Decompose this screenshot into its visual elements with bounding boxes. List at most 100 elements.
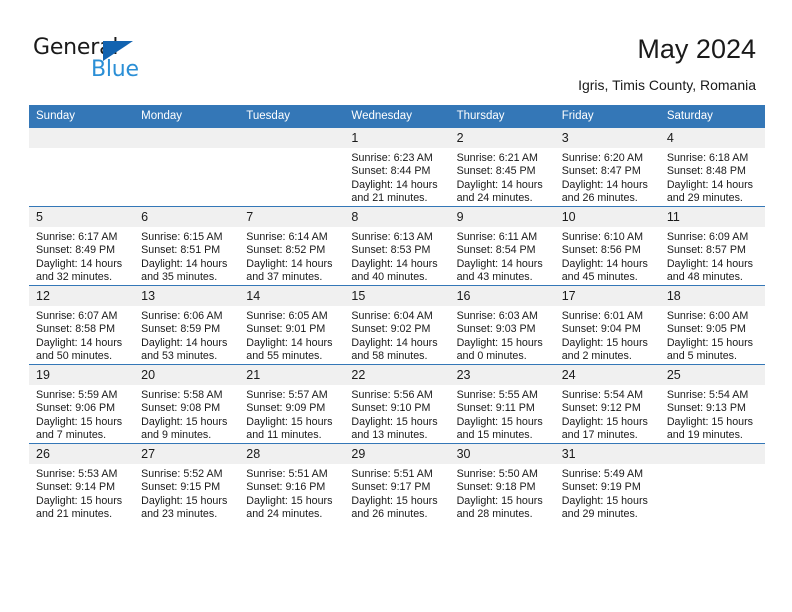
daylight-duration-line1: Daylight: 14 hours bbox=[456, 178, 543, 191]
calendar-day-cell[interactable]: 28 Sunrise: 5:51 AM Sunset: 9:16 PM Dayligh… bbox=[239, 443, 345, 522]
calendar-day-cell[interactable]: 26 Sunrise: 5:53 AM Sunset: 9:14 PM Dayligh… bbox=[29, 443, 135, 522]
calendar-day-cell[interactable]: 19 Sunrise: 5:59 AM Sunset: 9:06 PM Dayligh… bbox=[29, 364, 135, 444]
calendar-day-cell[interactable]: 10 Sunrise: 6:10 AM Sunset: 8:56 PM Dayligh… bbox=[554, 206, 660, 286]
day-details: Sunrise: 6:06 AM Sunset: 8:59 PM Daylight:… bbox=[134, 306, 239, 364]
day-cell-inner: 30 Sunrise: 5:50 AM Sunset: 9:18 PM Dayligh… bbox=[449, 444, 555, 522]
calendar-day-cell[interactable]: 15 Sunrise: 6:04 AM Sunset: 9:02 PM Dayligh… bbox=[344, 285, 450, 365]
day-details: Sunrise: 6:09 AM Sunset: 8:57 PM Daylight:… bbox=[660, 227, 765, 285]
sunrise-time: Sunrise: 5:57 AM bbox=[246, 389, 328, 401]
sunset-time: Sunset: 9:01 PM bbox=[246, 323, 326, 336]
calendar-day-cell[interactable]: 3 Sunrise: 6:20 AM Sunset: 8:47 PM Daylight… bbox=[554, 127, 660, 207]
day-number: 30 bbox=[449, 444, 555, 464]
daylight-duration-line1: Daylight: 14 hours bbox=[456, 257, 543, 270]
calendar-day-cell[interactable]: 31 Sunrise: 5:49 AM Sunset: 9:19 PM Dayligh… bbox=[554, 443, 660, 522]
calendar-day-cell[interactable]: 14 Sunrise: 6:05 AM Sunset: 9:01 PM Dayligh… bbox=[239, 285, 345, 365]
sunrise-time: Sunrise: 6:20 AM bbox=[561, 152, 644, 164]
day-cell-inner: 9 Sunrise: 6:11 AM Sunset: 8:54 PM Daylight… bbox=[449, 207, 555, 285]
sunrise-time: Sunrise: 6:15 AM bbox=[141, 231, 223, 243]
daylight-duration-line1: Daylight: 15 hours bbox=[351, 415, 438, 428]
sunrise-time: Sunrise: 6:01 AM bbox=[561, 310, 644, 322]
weekday-header-wednesday: Wednesday bbox=[344, 105, 450, 128]
daylight-duration-line2: and 21 minutes. bbox=[36, 508, 113, 521]
calendar-day-cell[interactable]: 22 Sunrise: 5:56 AM Sunset: 9:10 PM Dayligh… bbox=[344, 364, 450, 444]
daylight-duration-line2: and 35 minutes. bbox=[141, 271, 218, 284]
calendar-day-cell[interactable]: 30 Sunrise: 5:50 AM Sunset: 9:18 PM Dayligh… bbox=[449, 443, 555, 522]
daylight-duration-line2: and 19 minutes. bbox=[666, 429, 743, 442]
sunset-time: Sunset: 9:11 PM bbox=[456, 402, 535, 415]
sunset-time: Sunset: 8:44 PM bbox=[351, 165, 431, 178]
daylight-duration-line1: Daylight: 14 hours bbox=[36, 336, 123, 349]
calendar-day-cell[interactable]: 17 Sunrise: 6:01 AM Sunset: 9:04 PM Dayligh… bbox=[554, 285, 660, 365]
sunset-time: Sunset: 8:51 PM bbox=[141, 244, 221, 257]
daylight-duration-line2: and 17 minutes. bbox=[561, 429, 638, 442]
calendar-day-cell[interactable]: 11 Sunrise: 6:09 AM Sunset: 8:57 PM Dayligh… bbox=[659, 206, 765, 286]
calendar-day-cell[interactable]: 29 Sunrise: 5:51 AM Sunset: 9:17 PM Dayligh… bbox=[344, 443, 450, 522]
calendar-page: General Blue May 2024 Igris, Timis Count… bbox=[0, 0, 792, 612]
sunset-time: Sunset: 8:54 PM bbox=[456, 244, 536, 257]
daylight-duration-line1: Daylight: 14 hours bbox=[351, 257, 438, 270]
day-cell-inner: 17 Sunrise: 6:01 AM Sunset: 9:04 PM Dayligh… bbox=[554, 286, 660, 364]
sunrise-time: Sunrise: 5:50 AM bbox=[456, 468, 538, 480]
day-number: 19 bbox=[29, 365, 135, 385]
calendar-day-cell-empty bbox=[134, 127, 240, 207]
day-cell-inner: 5 Sunrise: 6:17 AM Sunset: 8:49 PM Daylight… bbox=[29, 207, 135, 285]
day-details: Sunrise: 6:10 AM Sunset: 8:56 PM Daylight:… bbox=[555, 227, 660, 285]
calendar-day-cell[interactable]: 6 Sunrise: 6:15 AM Sunset: 8:51 PM Daylight… bbox=[134, 206, 240, 286]
sunset-time: Sunset: 8:53 PM bbox=[351, 244, 431, 257]
calendar-day-cell[interactable]: 2 Sunrise: 6:21 AM Sunset: 8:45 PM Daylight… bbox=[449, 127, 555, 207]
calendar-day-cell[interactable]: 7 Sunrise: 6:14 AM Sunset: 8:52 PM Daylight… bbox=[239, 206, 345, 286]
daylight-duration-line1: Daylight: 15 hours bbox=[36, 494, 123, 507]
day-cell-inner: 6 Sunrise: 6:15 AM Sunset: 8:51 PM Daylight… bbox=[134, 207, 240, 285]
calendar-day-cell[interactable]: 27 Sunrise: 5:52 AM Sunset: 9:15 PM Dayligh… bbox=[134, 443, 240, 522]
calendar-day-cell[interactable]: 23 Sunrise: 5:55 AM Sunset: 9:11 PM Dayligh… bbox=[449, 364, 555, 444]
day-number: 25 bbox=[659, 365, 765, 385]
daylight-duration-line2: and 50 minutes. bbox=[36, 350, 113, 363]
calendar-day-cell[interactable]: 1 Sunrise: 6:23 AM Sunset: 8:44 PM Daylight… bbox=[344, 127, 450, 207]
day-number: 4 bbox=[659, 128, 765, 148]
daylight-duration-line1: Daylight: 15 hours bbox=[141, 415, 228, 428]
sunset-time: Sunset: 9:13 PM bbox=[666, 402, 746, 415]
calendar-day-cell[interactable]: 21 Sunrise: 5:57 AM Sunset: 9:09 PM Dayligh… bbox=[239, 364, 345, 444]
calendar-day-cell[interactable]: 16 Sunrise: 6:03 AM Sunset: 9:03 PM Dayligh… bbox=[449, 285, 555, 365]
day-cell-inner: 1 Sunrise: 6:23 AM Sunset: 8:44 PM Daylight… bbox=[344, 128, 450, 206]
calendar-day-cell[interactable]: 12 Sunrise: 6:07 AM Sunset: 8:58 PM Dayligh… bbox=[29, 285, 135, 365]
day-details: Sunrise: 6:13 AM Sunset: 8:53 PM Daylight:… bbox=[344, 227, 449, 285]
sunset-time: Sunset: 9:19 PM bbox=[561, 481, 641, 494]
calendar-day-cell[interactable]: 24 Sunrise: 5:54 AM Sunset: 9:12 PM Dayligh… bbox=[554, 364, 660, 444]
calendar-day-cell[interactable]: 18 Sunrise: 6:00 AM Sunset: 9:05 PM Dayligh… bbox=[659, 285, 765, 365]
calendar-day-cell[interactable]: 9 Sunrise: 6:11 AM Sunset: 8:54 PM Daylight… bbox=[449, 206, 555, 286]
calendar-grid: Sunday Monday Tuesday Wednesday Thursday… bbox=[29, 105, 765, 522]
calendar-day-cell[interactable]: 25 Sunrise: 5:54 AM Sunset: 9:13 PM Dayligh… bbox=[659, 364, 765, 444]
day-number: 28 bbox=[239, 444, 345, 464]
calendar-day-cell[interactable]: 4 Sunrise: 6:18 AM Sunset: 8:48 PM Daylight… bbox=[659, 127, 765, 207]
daylight-duration-line2: and 45 minutes. bbox=[561, 271, 638, 284]
weekday-header-sunday: Sunday bbox=[29, 105, 135, 128]
sunrise-time: Sunrise: 6:17 AM bbox=[36, 231, 118, 243]
day-number: 27 bbox=[134, 444, 240, 464]
daylight-duration-line2: and 5 minutes. bbox=[666, 350, 737, 363]
calendar-day-cell[interactable]: 13 Sunrise: 6:06 AM Sunset: 8:59 PM Dayligh… bbox=[134, 285, 240, 365]
day-cell-inner bbox=[239, 128, 345, 206]
day-cell-inner bbox=[659, 444, 765, 522]
daylight-duration-line1: Daylight: 14 hours bbox=[351, 178, 438, 191]
day-cell-inner: 15 Sunrise: 6:04 AM Sunset: 9:02 PM Dayligh… bbox=[344, 286, 450, 364]
day-number: 14 bbox=[239, 286, 345, 306]
day-details: Sunrise: 5:53 AM Sunset: 9:14 PM Daylight:… bbox=[29, 464, 134, 522]
calendar-day-cell[interactable]: 8 Sunrise: 6:13 AM Sunset: 8:53 PM Daylight… bbox=[344, 206, 450, 286]
day-details: Sunrise: 5:54 AM Sunset: 9:13 PM Daylight:… bbox=[660, 385, 765, 443]
sunrise-time: Sunrise: 5:51 AM bbox=[246, 468, 328, 480]
sunset-time: Sunset: 9:09 PM bbox=[246, 402, 326, 415]
daylight-duration-line2: and 26 minutes. bbox=[351, 508, 428, 521]
day-number bbox=[29, 128, 135, 148]
general-blue-logo[interactable]: General Blue bbox=[33, 36, 233, 88]
sunrise-time: Sunrise: 5:49 AM bbox=[561, 468, 644, 480]
day-number: 13 bbox=[134, 286, 240, 306]
day-number: 29 bbox=[344, 444, 450, 464]
day-number: 18 bbox=[659, 286, 765, 306]
day-cell-inner: 24 Sunrise: 5:54 AM Sunset: 9:12 PM Dayligh… bbox=[554, 365, 660, 443]
calendar-day-cell[interactable]: 20 Sunrise: 5:58 AM Sunset: 9:08 PM Dayligh… bbox=[134, 364, 240, 444]
sunset-time: Sunset: 9:08 PM bbox=[141, 402, 221, 415]
calendar-day-cell[interactable]: 5 Sunrise: 6:17 AM Sunset: 8:49 PM Daylight… bbox=[29, 206, 135, 286]
daylight-duration-line2: and 58 minutes. bbox=[351, 350, 428, 363]
daylight-duration-line1: Daylight: 15 hours bbox=[561, 494, 648, 507]
